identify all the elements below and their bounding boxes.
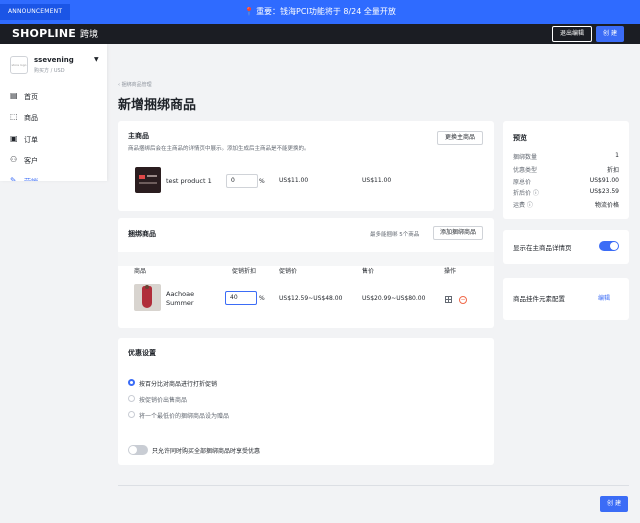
- discount-option-percent-radio[interactable]: [128, 379, 135, 386]
- main-product-hint: 商品捆绑后会在主商品的详情页中展示。添加生成后主商品是不能更换的。: [128, 146, 310, 152]
- bundle-only-toggle[interactable]: [128, 445, 148, 455]
- logo-text: SHOPLINE: [12, 27, 76, 40]
- percent-sign: %: [259, 295, 265, 302]
- caret-down-icon[interactable]: ▼: [94, 56, 99, 63]
- sidebar-item-label: 客户: [24, 157, 38, 165]
- customer-icon: ⚇: [10, 155, 18, 164]
- bundle-product-image: [134, 284, 161, 311]
- widget-config-edit-link[interactable]: 编辑: [598, 293, 610, 302]
- bundle-product-name: Aachoae Summer Beach D...: [166, 290, 195, 307]
- product-icon: ⬚: [10, 112, 18, 121]
- display-on-detail-toggle[interactable]: [599, 241, 619, 251]
- preview-row: 折后价 ⓘ US$23.59: [513, 188, 619, 198]
- discount-option-gift-radio[interactable]: [128, 411, 135, 418]
- store-avatar: store logo: [10, 56, 28, 74]
- main-product-price: US$11.00: [362, 177, 392, 184]
- remove-icon[interactable]: −: [459, 296, 467, 304]
- bundle-product-promo-price: US$12.59~US$48.00: [279, 295, 343, 302]
- main-product-promo-price: US$11.00: [279, 177, 309, 184]
- preview-key: 捆绑数量: [513, 154, 538, 161]
- marketing-icon: ✎: [10, 176, 17, 182]
- announcement-text: 重要：钱海PCI功能将于 8/24 全量开放: [256, 7, 396, 16]
- sidebar: store logo ssevening 购买方 / USD ▼ ▤ 首页 ⬚ …: [0, 44, 107, 181]
- shopline-logo: SHOPLINE 跨境: [12, 27, 98, 40]
- bundle-limit-text: 最多能捆绑 5个商品: [370, 232, 420, 238]
- pin-icon: 📍: [244, 7, 255, 16]
- discount-settings-card: 优惠设置 按百分比对商品进行打折促销 按促销价出售商品 将一个最低价的捆绑商品设…: [118, 338, 494, 465]
- bundle-only-label: 只允许同时购买全部捆绑商品时享受优惠: [152, 448, 261, 455]
- bundle-product-price: US$20.99~US$80.00: [362, 295, 426, 302]
- sidebar-item-label: 订单: [24, 136, 38, 144]
- grid-icon[interactable]: [445, 296, 452, 303]
- sidebar-item-label: 首页: [24, 93, 38, 101]
- discount-option-label: 按促销价出售商品: [139, 397, 188, 404]
- footer-divider: [118, 485, 629, 486]
- percent-sign: %: [259, 178, 265, 185]
- announcement-message[interactable]: 📍 重要：钱海PCI功能将于 8/24 全量开放: [0, 0, 640, 24]
- top-header: SHOPLINE 跨境 退出编辑 创 建: [0, 24, 640, 44]
- column-header: 商品: [134, 268, 147, 275]
- discount-settings-title: 优惠设置: [128, 349, 156, 357]
- column-header: 售价: [362, 268, 375, 275]
- exit-edit-button[interactable]: 退出编辑: [552, 26, 592, 42]
- column-header: 促销价: [279, 268, 298, 275]
- sidebar-item-label: 商品: [24, 114, 38, 122]
- main-product-card: 主商品 商品捆绑后会在主商品的详情页中展示。添加生成后主商品是不能更换的。 更换…: [118, 121, 494, 211]
- preview-value: 折扣: [606, 167, 619, 174]
- announcement-bar: ANNOUNCEMENT 📍 重要：钱海PCI功能将于 8/24 全量开放: [0, 0, 640, 24]
- main-product-image: [135, 167, 161, 193]
- page-title: 新增捆绑商品: [118, 98, 197, 113]
- discount-option-label: 按百分比对商品进行打折促销: [139, 381, 218, 388]
- logo-sub: 跨境: [79, 30, 99, 40]
- back-link[interactable]: ‹ 捆绑商品管理: [118, 81, 152, 88]
- preview-key: 运费 ⓘ: [513, 202, 533, 209]
- main-product-name: test product 1: [166, 177, 212, 185]
- preview-key: 优惠类型: [513, 167, 538, 174]
- preview-value: 物流价格: [594, 202, 619, 209]
- store-name: ssevening: [34, 56, 74, 64]
- table-header: [118, 252, 494, 266]
- preview-title: 预览: [513, 134, 527, 142]
- discount-option-price-radio[interactable]: [128, 395, 135, 402]
- order-icon: ▣: [10, 134, 18, 143]
- preview-row: 运费 ⓘ 物流价格: [513, 200, 619, 210]
- widget-config-label: 商品挂件元素配置: [513, 295, 565, 303]
- preview-card: 预览 捆绑数量 1 优惠类型 折扣 原总价 US$91.00 折后价 ⓘ US$23.5…: [503, 121, 629, 219]
- column-header: 操作: [444, 268, 457, 275]
- preview-key: 原总价: [513, 179, 532, 186]
- create-button-bottom[interactable]: 创 建: [600, 496, 628, 512]
- add-bundle-product-button[interactable]: 添加捆绑商品: [433, 226, 483, 240]
- preview-key: 折后价 ⓘ: [513, 190, 539, 197]
- discount-option-label: 将一个最低价的捆绑商品设为赠品: [139, 413, 230, 420]
- toggle-knob: [129, 446, 137, 454]
- display-on-detail-label: 显示在主商品详情页: [513, 244, 572, 252]
- main-product-title: 主商品: [128, 132, 149, 140]
- display-on-detail-card: 显示在主商品详情页: [503, 230, 629, 264]
- sidebar-item-label: 营销: [24, 177, 38, 181]
- store-sub: 购买方 / USD: [34, 68, 65, 74]
- preview-value: US$91.00: [589, 177, 619, 184]
- column-header: 促销折扣: [232, 268, 257, 275]
- widget-config-card: 商品挂件元素配置 编辑: [503, 278, 629, 320]
- main-product-discount-input[interactable]: 0: [226, 174, 258, 188]
- toggle-knob: [610, 242, 618, 250]
- bundle-products-title: 捆绑商品: [128, 230, 156, 238]
- preview-row: 原总价 US$91.00: [513, 177, 619, 187]
- preview-row: 捆绑数量 1: [513, 152, 619, 162]
- bundle-product-discount-input[interactable]: 40: [225, 291, 257, 305]
- bundle-products-card: 捆绑商品 最多能捆绑 5个商品 添加捆绑商品 商品 促销折扣 促销价 售价 操作…: [118, 218, 494, 328]
- preview-value: US$23.59: [589, 188, 619, 195]
- change-main-product-button[interactable]: 更换主商品: [437, 131, 483, 145]
- preview-row: 优惠类型 折扣: [513, 165, 619, 175]
- create-button-top[interactable]: 创 建: [596, 26, 624, 42]
- home-icon: ▤: [10, 91, 18, 100]
- preview-value: 1: [615, 152, 619, 159]
